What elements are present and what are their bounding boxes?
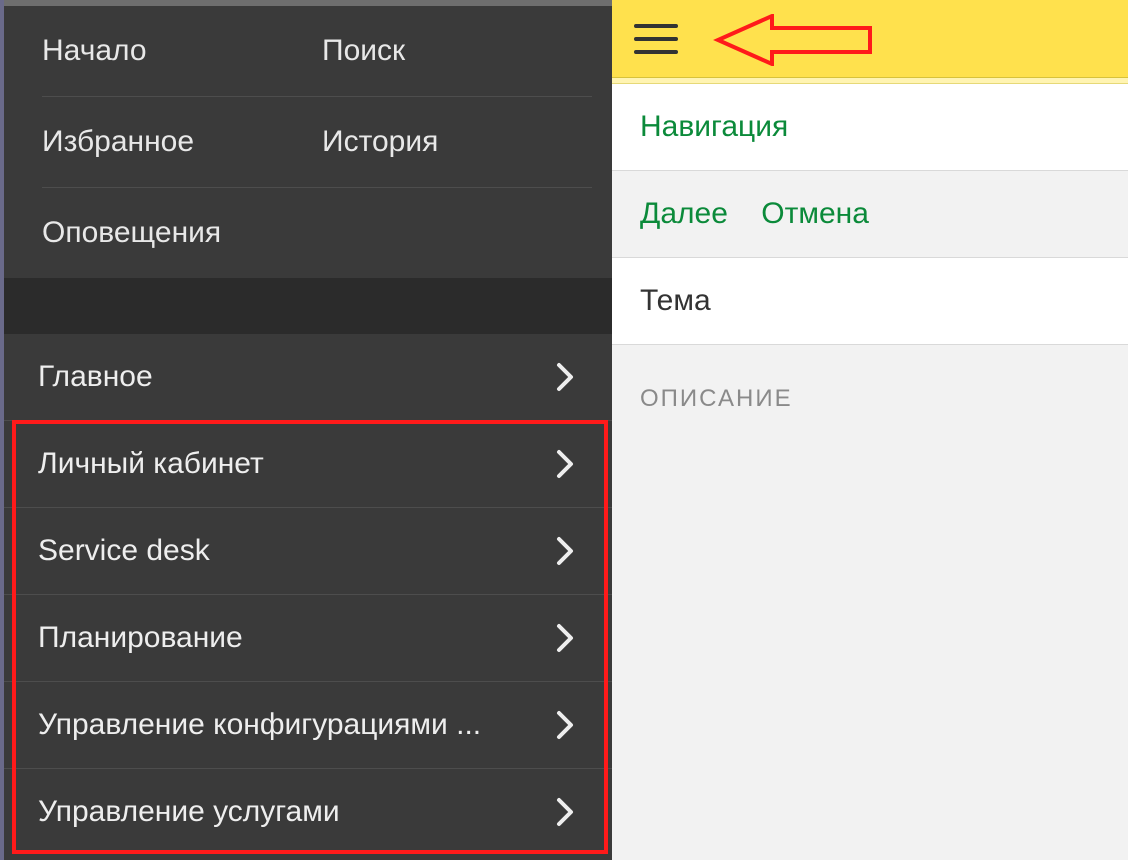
- hamburger-icon: [634, 22, 678, 56]
- panel-actions-row: Далее Отмена: [612, 171, 1128, 258]
- nav-item-cabinet[interactable]: Личный кабинет: [4, 420, 612, 507]
- nav-item-planning[interactable]: Планирование: [4, 594, 612, 681]
- nav-item-servicedesk[interactable]: Service desk: [4, 507, 612, 594]
- description-section-label: ОПИСАНИЕ: [612, 345, 1128, 443]
- quick-link-start-label: Начало: [42, 34, 147, 67]
- quick-link-history[interactable]: История: [284, 97, 612, 187]
- hamburger-menu-button[interactable]: [634, 22, 678, 56]
- quick-link-start[interactable]: Начало: [4, 6, 284, 96]
- chevron-right-icon: [556, 710, 574, 740]
- nav-item-config-mgmt[interactable]: Управление конфигурациями ...: [4, 681, 612, 768]
- panel-navigation-title: Навигация: [612, 84, 1128, 171]
- nav-item-label: Управление конфигурациями ...: [38, 708, 481, 742]
- chevron-right-icon: [556, 623, 574, 653]
- chevron-right-icon: [556, 449, 574, 479]
- space: [736, 197, 753, 230]
- panel-navigation-title-text: Навигация: [640, 110, 788, 143]
- quick-link-notifications[interactable]: Оповещения: [4, 188, 612, 278]
- description-section-label-text: ОПИСАНИЕ: [640, 385, 793, 412]
- theme-field[interactable]: Тема: [612, 258, 1128, 345]
- drawer-quick-links: Начало Поиск: [4, 6, 612, 96]
- nav-item-label: Личный кабинет: [38, 447, 264, 481]
- chevron-right-icon: [556, 797, 574, 827]
- nav-item-label: Планирование: [38, 621, 243, 655]
- title-bar: [612, 0, 1128, 78]
- drawer-gap: [4, 278, 612, 334]
- nav-item-label: Управление услугами: [38, 795, 340, 829]
- quick-link-history-label: История: [322, 125, 438, 158]
- next-button[interactable]: Далее: [640, 197, 728, 230]
- nav-item-main[interactable]: Главное: [4, 334, 612, 420]
- nav-item-label: Service desk: [38, 534, 210, 568]
- quick-link-favorites[interactable]: Избранное: [4, 97, 284, 187]
- quick-link-search[interactable]: Поиск: [284, 6, 612, 96]
- nav-item-service-mgmt[interactable]: Управление услугами: [4, 768, 612, 855]
- drawer-nav-list: Главное Личный кабинет Service desk План…: [4, 334, 612, 855]
- drawer-quick-links-row2: Избранное История: [4, 97, 612, 187]
- theme-field-label: Тема: [640, 284, 711, 317]
- annotation-arrow-icon: [712, 14, 872, 71]
- chevron-right-icon: [556, 536, 574, 566]
- quick-link-notifications-label: Оповещения: [42, 216, 221, 249]
- quick-link-search-label: Поиск: [322, 34, 405, 67]
- nav-drawer: Начало Поиск Избранное История Оповещени…: [0, 0, 612, 860]
- nav-item-label: Главное: [38, 360, 153, 394]
- chevron-right-icon: [556, 362, 574, 392]
- main-panel: Навигация Далее Отмена Тема ОПИСАНИЕ: [612, 0, 1128, 860]
- cancel-button[interactable]: Отмена: [761, 197, 869, 230]
- quick-link-favorites-label: Избранное: [42, 125, 194, 158]
- main-filler: [612, 443, 1128, 860]
